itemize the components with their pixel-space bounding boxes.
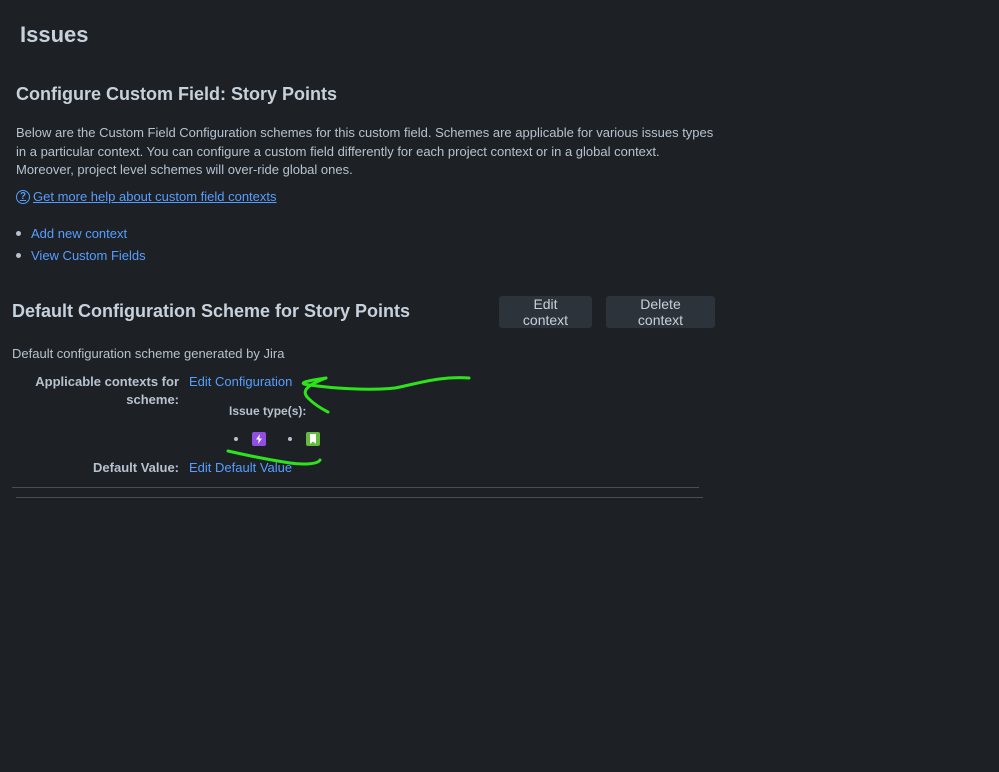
delete-context-button[interactable]: Delete context <box>606 296 715 328</box>
action-links: Add new context View Custom Fields <box>16 222 146 267</box>
issue-types-label: Issue type(s): <box>229 404 307 418</box>
list-item: View Custom Fields <box>16 245 146 268</box>
scheme-description: Default configuration scheme generated b… <box>12 346 285 361</box>
configure-field-title: Configure Custom Field: Story Points <box>16 84 338 104</box>
field-description: Below are the Custom Field Configuration… <box>16 125 714 177</box>
edit-default-value-link[interactable]: Edit Default Value <box>189 459 292 477</box>
help-link-label: Get more help about custom field context… <box>33 189 277 204</box>
page-title: Issues <box>20 22 89 47</box>
edit-configuration-link[interactable]: Edit Configuration <box>189 373 292 391</box>
bullet <box>16 253 21 259</box>
bullet <box>288 437 292 441</box>
epic-icon <box>252 432 266 446</box>
story-icon <box>306 432 320 446</box>
issue-types-list <box>234 432 342 446</box>
scheme-title: Default Configuration Scheme for Story P… <box>12 301 411 321</box>
view-custom-fields-link[interactable]: View Custom Fields <box>31 248 146 263</box>
edit-context-button[interactable]: Edit context <box>499 296 592 328</box>
bullet <box>234 437 238 441</box>
add-new-context-link[interactable]: Add new context <box>31 226 127 241</box>
default-value-label: Default Value: <box>93 460 179 475</box>
help-icon: ? <box>16 189 30 204</box>
list-item: Add new context <box>16 222 146 245</box>
help-link[interactable]: ? Get more help about custom field conte… <box>16 189 277 204</box>
annotation-arrowhead <box>303 376 330 414</box>
divider <box>16 497 703 498</box>
applicable-contexts-label: Applicable contexts for scheme: <box>35 374 179 407</box>
annotation-arrow <box>301 376 471 391</box>
divider <box>12 487 699 488</box>
bullet <box>16 230 21 236</box>
